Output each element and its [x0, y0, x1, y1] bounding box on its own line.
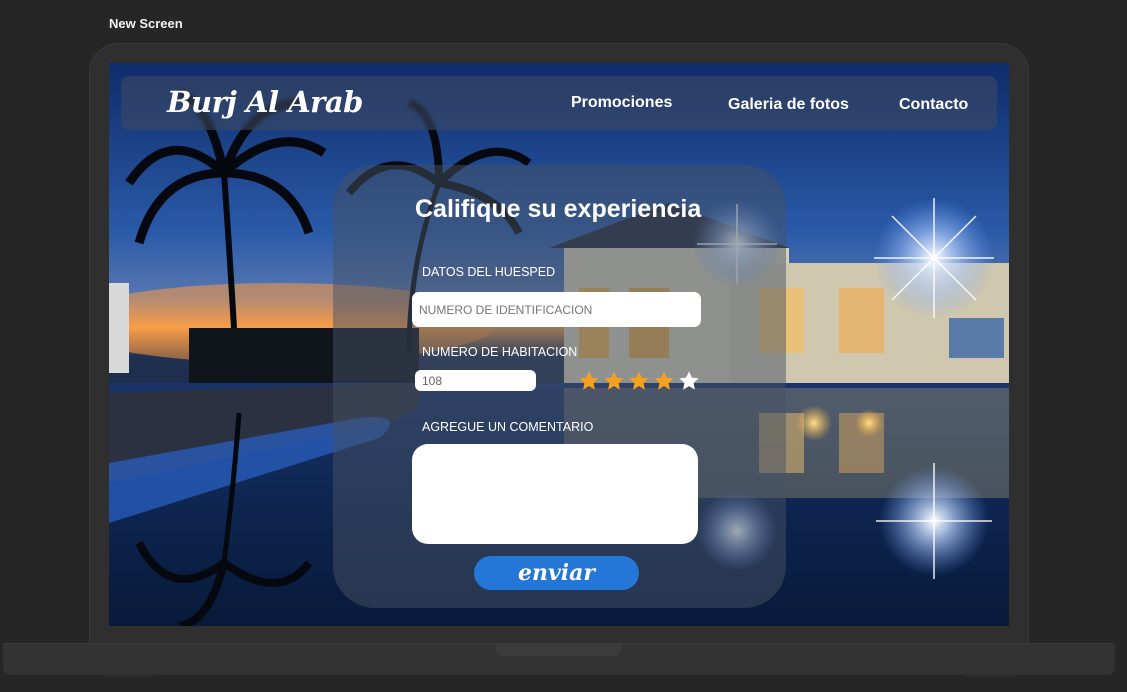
comment-textarea[interactable] [412, 444, 698, 544]
star-icon[interactable] [577, 369, 601, 393]
star-icon[interactable] [627, 369, 651, 393]
laptop-foot [103, 674, 155, 677]
star-icon[interactable] [677, 369, 701, 393]
star-icon[interactable] [602, 369, 626, 393]
rating-form-card: Califique su experiencia DATOS DEL HUESP… [333, 165, 786, 608]
navbar: Burj Al Arab Promociones Galeria de foto… [121, 76, 997, 130]
frame-label: New Screen [109, 16, 183, 31]
nav-galeria-de-fotos[interactable]: Galeria de fotos [728, 96, 849, 114]
id-number-input[interactable] [412, 292, 701, 327]
comment-label: AGREGUE UN COMENTARIO [422, 420, 594, 434]
nav-promociones[interactable]: Promociones [571, 94, 672, 112]
form-title: Califique su experiencia [415, 195, 702, 223]
laptop-foot [963, 674, 1015, 677]
nav-contacto[interactable]: Contacto [899, 96, 968, 114]
star-icon[interactable] [652, 369, 676, 393]
room-number-input[interactable] [415, 370, 536, 391]
screen: Burj Al Arab Promociones Galeria de foto… [109, 63, 1009, 626]
brand-logo[interactable]: Burj Al Arab [167, 85, 363, 119]
star-rating[interactable] [577, 369, 701, 393]
submit-button[interactable]: enviar [474, 556, 639, 590]
laptop-notch [496, 644, 622, 656]
room-number-label: NUMERO DE HABITACION [422, 345, 578, 359]
guest-data-label: DATOS DEL HUESPED [422, 265, 556, 279]
